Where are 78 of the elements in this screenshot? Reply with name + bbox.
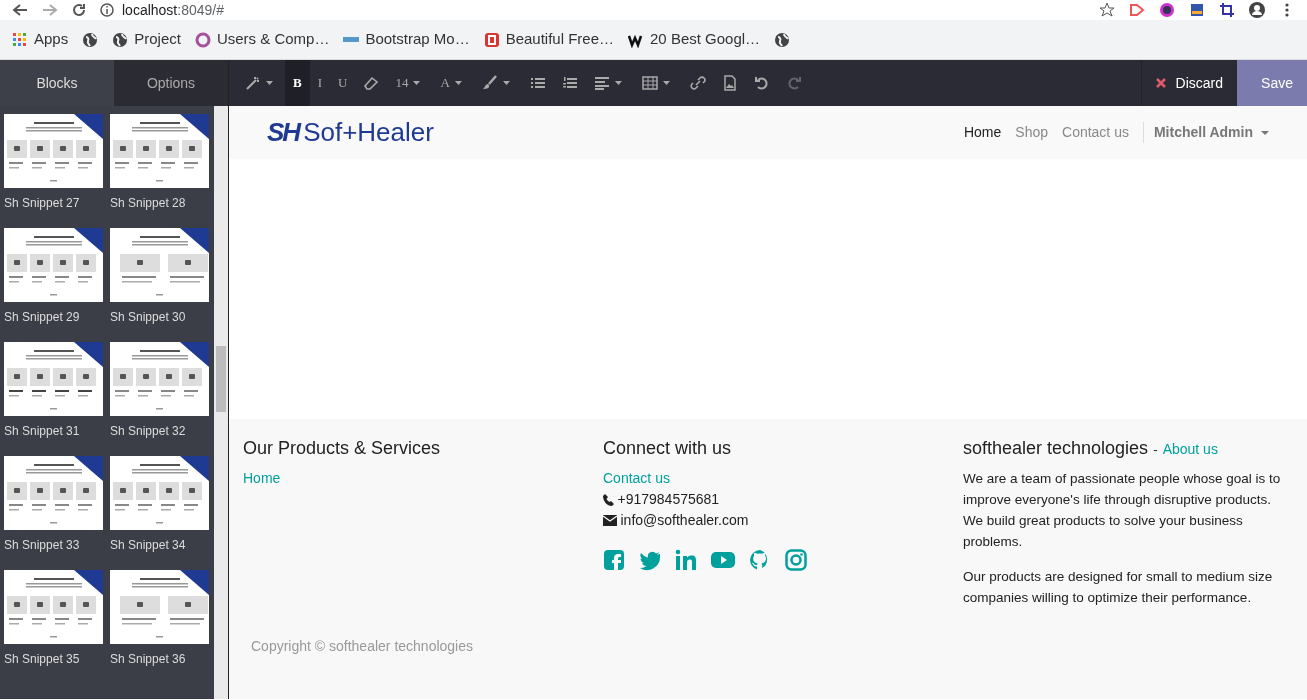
snippet-label[interactable]: Sh Snippet 34 <box>110 536 214 554</box>
ring-icon <box>194 31 211 48</box>
extension-icon[interactable] <box>1189 2 1205 18</box>
twitter-icon[interactable] <box>639 549 661 571</box>
email-address: info@softhealer.com <box>620 511 749 530</box>
nav-link[interactable]: Shop <box>1015 122 1048 143</box>
nav-link[interactable]: Home <box>963 122 1002 143</box>
image-icon <box>721 75 738 91</box>
bookmark[interactable]: Bootstrap Mo… <box>343 28 470 51</box>
back-icon[interactable] <box>12 3 28 17</box>
snippet-label[interactable]: Sh Snippet 35 <box>4 650 108 668</box>
toolbar-button[interactable]: 14 <box>387 60 433 106</box>
envelope-icon <box>603 515 617 526</box>
footer-heading: softhealer technologies <box>963 437 1149 460</box>
youtube-icon[interactable] <box>711 549 735 571</box>
caret-icon <box>1261 130 1269 135</box>
caret-icon <box>266 81 273 85</box>
address-text: localhost:8049/# <box>122 0 224 20</box>
sidebar-tab[interactable]: Options <box>114 60 228 106</box>
user-menu[interactable]: Mitchell Admin <box>1142 122 1269 143</box>
info-icon <box>100 3 114 17</box>
snippet-label[interactable]: Sh Snippet 36 <box>110 650 214 668</box>
caret-icon <box>502 81 510 85</box>
eraser-icon <box>363 75 380 91</box>
toolbar-button[interactable]: I <box>309 60 330 106</box>
bookmark[interactable]: Beautiful Free… <box>483 28 615 51</box>
snippet-label[interactable]: Sh Snippet 28 <box>110 194 214 212</box>
footer-paragraph: We are a team of passionate people whose goal is to improve everyone's life through disruptive products. We build great products to solve your business problems. <box>963 470 1282 551</box>
caret-icon <box>614 81 622 85</box>
extension-icon[interactable] <box>1129 2 1145 18</box>
profile-icon[interactable] <box>1249 2 1265 18</box>
footer-heading: Connect with us <box>603 437 733 460</box>
close-icon <box>1155 78 1166 88</box>
copyright-text: Copyright © softhealer technologies <box>250 637 474 656</box>
globe-icon <box>112 31 129 48</box>
snippet-label[interactable]: Sh Snippet 30 <box>110 308 214 326</box>
caret-icon <box>454 81 462 85</box>
bookmark[interactable]: Project <box>112 28 181 51</box>
brush-icon <box>481 75 498 91</box>
phone-number: +917984575681 <box>617 490 720 509</box>
separator: - <box>1153 441 1158 459</box>
toolbar-button[interactable]: B <box>285 60 310 106</box>
apps-icon <box>12 31 28 48</box>
footer-paragraph: Our products are designed for small to medium size companies willing to optimize their performance. <box>963 568 1274 607</box>
globe-icon[interactable] <box>774 31 791 48</box>
table-icon <box>641 75 658 91</box>
align-left-icon <box>593 75 610 91</box>
facebook-icon[interactable] <box>603 549 625 571</box>
snippet-label[interactable]: Sh Snippet 33 <box>4 536 108 554</box>
undo-icon <box>753 75 770 91</box>
bullet-list-icon <box>529 75 546 91</box>
save-button[interactable]: Save <box>1237 60 1307 106</box>
magic-wand-icon <box>245 75 261 91</box>
bookmark[interactable]: Apps <box>12 28 69 51</box>
snippet-label[interactable]: Sh Snippet 31 <box>4 422 108 440</box>
scrollbar[interactable] <box>214 106 228 699</box>
bookmark[interactable]: Users & Comp… <box>194 28 330 51</box>
globe-icon[interactable] <box>82 31 99 48</box>
instagram-icon[interactable] <box>785 549 807 571</box>
snippet-label[interactable]: Sh Snippet 29 <box>4 308 108 326</box>
phone-icon <box>603 493 614 506</box>
reload-icon[interactable] <box>72 3 86 17</box>
toolbar-button[interactable]: U <box>330 60 356 106</box>
toolbar-button[interactable]: A <box>432 60 474 106</box>
numbered-list-icon <box>561 75 578 91</box>
caret-icon <box>662 81 670 85</box>
redo-icon <box>785 75 802 91</box>
bookmark[interactable]: 20 Best Googl… <box>628 28 761 51</box>
logo[interactable]: SHSof+Healer <box>267 113 434 152</box>
footer-heading: Our Products & Services <box>243 437 442 460</box>
crop-icon[interactable] <box>1219 2 1235 18</box>
star-icon[interactable] <box>1099 2 1115 18</box>
snippet-label[interactable]: Sh Snippet 32 <box>110 422 214 440</box>
caret-icon <box>413 81 421 85</box>
linkedin-icon[interactable] <box>675 549 697 571</box>
link-icon <box>689 75 706 91</box>
address-bar[interactable]: localhost:8049/# <box>100 0 1115 20</box>
snippet-label[interactable]: Sh Snippet 27 <box>4 194 108 212</box>
